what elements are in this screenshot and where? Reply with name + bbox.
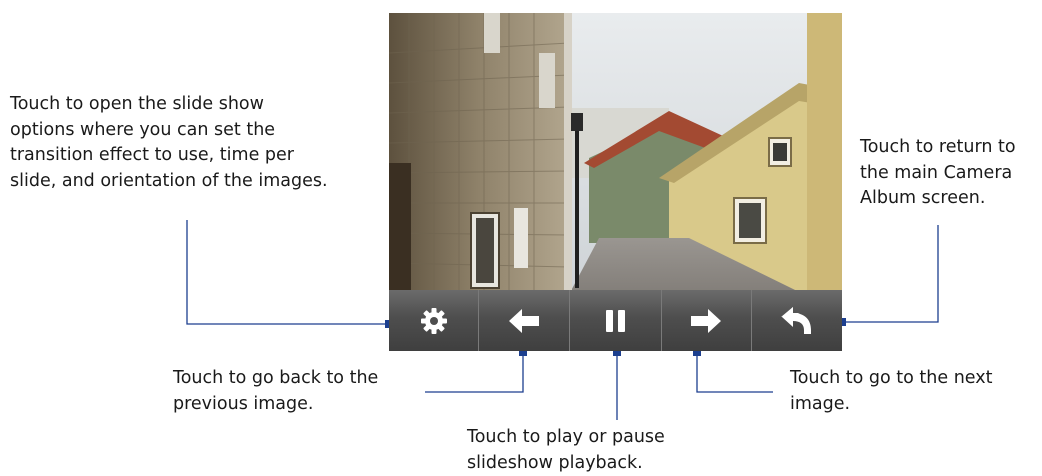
next-image-button[interactable]	[660, 290, 751, 351]
pause-button[interactable]	[569, 290, 660, 351]
slideshow-photo[interactable]	[389, 13, 842, 351]
leader-line-previous	[425, 352, 524, 393]
settings-button[interactable]	[389, 290, 478, 351]
slideshow-toolbar	[389, 290, 842, 351]
pause-icon	[605, 309, 627, 333]
return-arrow-icon	[780, 306, 814, 336]
leader-line-settings	[186, 220, 389, 325]
arrow-right-icon	[690, 308, 722, 334]
leader-line-next	[696, 352, 773, 393]
leader-line-return	[842, 225, 939, 323]
return-button[interactable]	[750, 290, 842, 351]
arrow-left-icon	[508, 308, 540, 334]
previous-image-button[interactable]	[478, 290, 569, 351]
gear-icon	[419, 306, 449, 336]
